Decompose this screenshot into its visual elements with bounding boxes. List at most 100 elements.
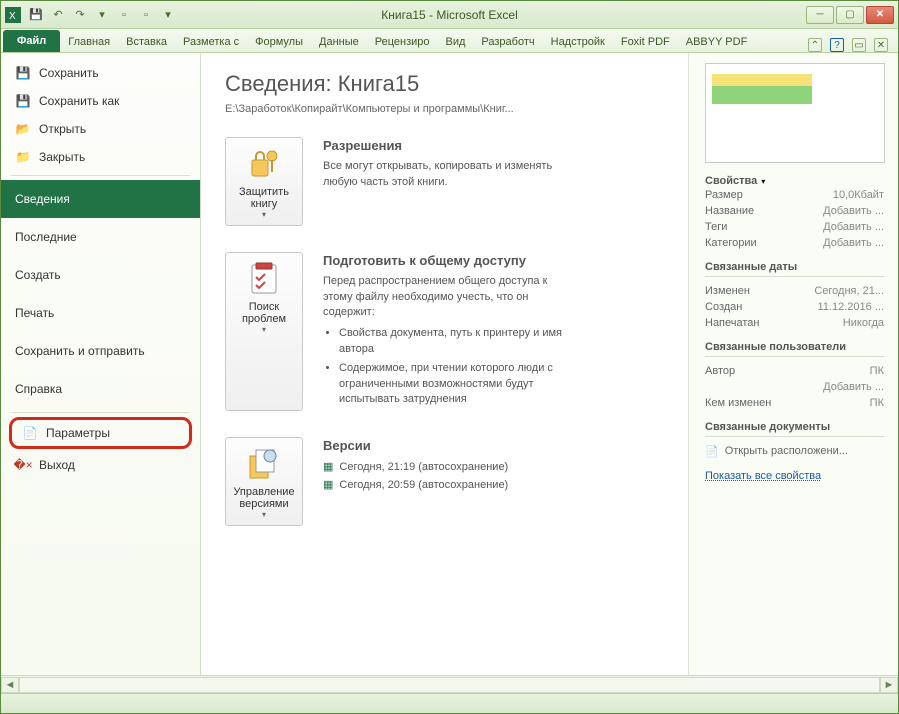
sidebar-help[interactable]: Справка	[1, 370, 200, 408]
backstage-sidebar: 💾 Сохранить 💾 Сохранить как 📂 Открыть 📁 …	[1, 53, 201, 675]
sidebar-exit[interactable]: �× Выход	[1, 451, 200, 479]
prop-categories[interactable]: КатегорииДобавить ...	[705, 235, 884, 251]
prop-modby-label: Кем изменен	[705, 397, 771, 409]
close-file-icon: 📁	[15, 149, 31, 165]
qat-redo-icon[interactable]: ↷	[71, 6, 89, 24]
related-users-heading: Связанные пользователи	[705, 341, 884, 357]
prepare-item-2: Содержимое, при чтении которого люди с о…	[339, 361, 573, 407]
prop-title[interactable]: НазваниеДобавить ...	[705, 203, 884, 219]
sidebar-saveas-label: Сохранить как	[39, 94, 119, 108]
sidebar-savesend-label: Сохранить и отправить	[15, 344, 145, 358]
sidebar-info[interactable]: Сведения	[1, 180, 200, 218]
save-icon: 💾	[15, 65, 31, 81]
minimize-button[interactable]: ─	[806, 6, 834, 24]
qat-extra2-icon[interactable]: ▫	[137, 6, 155, 24]
open-location-link[interactable]: 📄 Открыть расположени...	[705, 443, 884, 460]
tab-foxit[interactable]: Foxit PDF	[613, 32, 678, 52]
protect-workbook-button[interactable]: Защитить книгу ▾	[225, 137, 303, 226]
close-button[interactable]: ✕	[866, 6, 894, 24]
qat-extra1-icon[interactable]: ▫	[115, 6, 133, 24]
qat-dropdown-icon[interactable]: ▾	[159, 6, 177, 24]
qat-save-icon[interactable]: 💾	[27, 6, 45, 24]
version-row-2[interactable]: ▦ Сегодня, 20:59 (автосохранение)	[323, 478, 508, 493]
exit-icon: �×	[15, 457, 31, 473]
sidebar-save[interactable]: 💾 Сохранить	[1, 59, 200, 87]
help-icon[interactable]: ?	[830, 38, 844, 52]
document-thumbnail	[705, 63, 885, 163]
prop-mod-label: Изменен	[705, 285, 750, 297]
show-all-props-link[interactable]: Показать все свойства	[705, 470, 884, 482]
sidebar-save-send[interactable]: Сохранить и отправить	[1, 332, 200, 370]
sidebar-separator	[11, 175, 190, 176]
versions-icon	[246, 446, 282, 482]
chevron-down-icon: ▾	[761, 177, 765, 186]
versions-btn-label: Управление версиями	[230, 486, 298, 510]
chevron-down-icon: ▾	[230, 210, 298, 219]
sidebar-print[interactable]: Печать	[1, 294, 200, 332]
ribbon-close-icon[interactable]: ✕	[874, 38, 888, 52]
lock-key-icon	[246, 146, 282, 182]
version-1-text: Сегодня, 21:19 (автосохранение)	[339, 460, 508, 475]
sidebar-open[interactable]: 📂 Открыть	[1, 115, 200, 143]
sidebar-separator-2	[11, 412, 190, 413]
maximize-button[interactable]: ▢	[836, 6, 864, 24]
window-title: Книга15 - Microsoft Excel	[381, 8, 517, 22]
properties-dropdown[interactable]: Свойства ▾	[705, 175, 884, 187]
scroll-track[interactable]	[19, 677, 880, 693]
prop-author-add[interactable]: Добавить ...	[705, 379, 884, 395]
tab-file[interactable]: Файл	[3, 30, 60, 52]
scroll-left-icon[interactable]: ◄	[1, 677, 19, 693]
sidebar-recent[interactable]: Последние	[1, 218, 200, 256]
related-dates-heading: Связанные даты	[705, 261, 884, 277]
tab-addins[interactable]: Надстройк	[543, 32, 613, 52]
excel-icon: X	[5, 7, 21, 23]
versions-body: Версии ▦ Сегодня, 21:19 (автосохранение)…	[323, 437, 508, 526]
tab-home[interactable]: Главная	[60, 32, 118, 52]
permissions-desc: Все могут открывать, копировать и изменя…	[323, 159, 573, 190]
prop-printed: НапечатанНикогда	[705, 315, 884, 331]
window-controls: ─ ▢ ✕	[806, 6, 894, 24]
sidebar-new-label: Создать	[15, 268, 61, 282]
file-path: E:\Заработок\Копирайт\Компьютеры и прогр…	[225, 103, 664, 115]
manage-versions-button[interactable]: Управление версиями ▾	[225, 437, 303, 526]
prop-tags[interactable]: ТегиДобавить ...	[705, 219, 884, 235]
sidebar-exit-label: Выход	[39, 458, 75, 472]
sidebar-close-label: Закрыть	[39, 150, 85, 164]
sidebar-close[interactable]: 📁 Закрыть	[1, 143, 200, 171]
tab-layout[interactable]: Разметка с	[175, 32, 247, 52]
permissions-section: Защитить книгу ▾ Разрешения Все могут от…	[225, 137, 664, 226]
tab-review[interactable]: Рецензиро	[367, 32, 438, 52]
qat-more-icon[interactable]: ▾	[93, 6, 111, 24]
prop-author: АвторПК	[705, 363, 884, 379]
prop-created-label: Создан	[705, 301, 742, 313]
horizontal-scrollbar[interactable]: ◄ ►	[1, 675, 898, 693]
version-row-1[interactable]: ▦ Сегодня, 21:19 (автосохранение)	[323, 460, 508, 475]
prop-cat-label: Категории	[705, 237, 757, 249]
tab-abbyy[interactable]: ABBYY PDF	[678, 32, 756, 52]
ribbon-minimize-icon[interactable]: ⌃	[808, 38, 822, 52]
tab-data[interactable]: Данные	[311, 32, 367, 52]
show-all-text: Показать все свойства	[705, 470, 821, 482]
versions-section: Управление версиями ▾ Версии ▦ Сегодня, …	[225, 437, 664, 526]
check-btn-label: Поиск проблем	[230, 301, 298, 325]
scroll-right-icon[interactable]: ►	[880, 677, 898, 693]
sidebar-save-as[interactable]: 💾 Сохранить как	[1, 87, 200, 115]
info-heading: Сведения: Книга15	[225, 71, 664, 97]
prop-size: Размер10,0Кбайт	[705, 187, 884, 203]
sidebar-new[interactable]: Создать	[1, 256, 200, 294]
chevron-down-icon: ▾	[230, 510, 298, 519]
tab-formulas[interactable]: Формулы	[247, 32, 311, 52]
open-icon: 📂	[15, 121, 31, 137]
related-docs-heading: Связанные документы	[705, 421, 884, 437]
qat-undo-icon[interactable]: ↶	[49, 6, 67, 24]
chevron-down-icon: ▾	[230, 325, 298, 334]
tab-developer[interactable]: Разработч	[473, 32, 542, 52]
sidebar-options[interactable]: 📄 Параметры	[9, 417, 192, 449]
excel-window: X 💾 ↶ ↷ ▾ ▫ ▫ ▾ Книга15 - Microsoft Exce…	[0, 0, 899, 714]
ribbon-restore-icon[interactable]: ▭	[852, 38, 866, 52]
tab-insert[interactable]: Вставка	[118, 32, 175, 52]
check-issues-button[interactable]: Поиск проблем ▾	[225, 252, 303, 411]
tab-view[interactable]: Вид	[438, 32, 474, 52]
prop-size-value: 10,0Кбайт	[833, 189, 884, 201]
checklist-icon	[246, 261, 282, 297]
